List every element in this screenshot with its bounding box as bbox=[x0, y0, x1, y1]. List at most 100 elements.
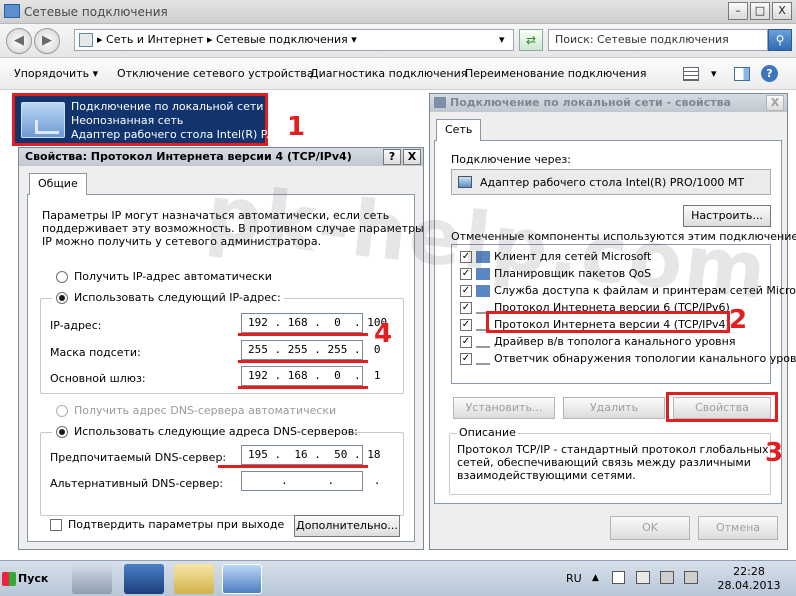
protocol-icon bbox=[476, 336, 490, 348]
organize-menu[interactable]: Упорядочить ▾ bbox=[14, 67, 98, 80]
view-options-icon[interactable] bbox=[683, 67, 699, 81]
component-checkbox[interactable]: ✓ bbox=[460, 353, 472, 365]
network-connections-taskbar-icon[interactable] bbox=[222, 564, 262, 594]
list-item[interactable]: Ответчик обнаружения топологии канальног… bbox=[494, 352, 796, 365]
help-button[interactable]: ? bbox=[383, 149, 401, 165]
ip-address-field[interactable]: 192 . 168 . 0 . 100 bbox=[241, 313, 387, 333]
gateway-field[interactable]: 192 . 168 . 0 . 1 bbox=[241, 366, 380, 386]
chevron-down-icon: ▾ bbox=[92, 67, 99, 80]
ok-button[interactable]: OK bbox=[610, 516, 690, 540]
confirm-checkbox[interactable] bbox=[50, 519, 62, 531]
minimize-button[interactable]: – bbox=[728, 2, 748, 20]
start-button[interactable]: Пуск bbox=[0, 567, 52, 591]
lan-dialog-titlebar: Подключение по локальной сети - свойства bbox=[430, 94, 787, 112]
highlight-underline bbox=[238, 333, 368, 336]
manual-ip-label[interactable]: Использовать следующий IP-адрес: bbox=[74, 291, 281, 304]
chevron-down-icon[interactable]: ▾ bbox=[711, 67, 717, 80]
cable-icon bbox=[35, 120, 59, 134]
dialog-close-button[interactable]: X bbox=[403, 149, 421, 165]
explorer-icon[interactable] bbox=[174, 564, 214, 594]
lan-dialog-title: Подключение по локальной сети - свойства bbox=[450, 96, 731, 109]
breadcrumb-network-connections[interactable]: Сетевые подключения bbox=[216, 33, 348, 46]
network-folder-icon bbox=[4, 4, 20, 18]
breadcrumb-network-internet[interactable]: Сеть и Интернет bbox=[106, 33, 203, 46]
protocol-icon bbox=[476, 353, 490, 365]
help-icon[interactable]: ? bbox=[761, 65, 778, 82]
network-tab-panel: Подключение через: Адаптер рабочего стол… bbox=[434, 140, 796, 504]
network-card-icon bbox=[458, 176, 472, 188]
clock-date: 28.04.2013 bbox=[717, 579, 781, 592]
lan-dialog-close-button[interactable]: X bbox=[766, 95, 784, 111]
component-checkbox[interactable]: ✓ bbox=[460, 319, 472, 331]
preferred-dns-field[interactable]: 195 . 16 . 50 . 18 bbox=[241, 445, 380, 465]
chevron-down-icon[interactable]: ▾ bbox=[351, 33, 357, 46]
forward-button[interactable]: ▶ bbox=[34, 28, 60, 54]
connect-via-label: Подключение через: bbox=[451, 153, 571, 166]
auto-ip-radio[interactable] bbox=[56, 271, 68, 283]
annotation-1: 1 bbox=[287, 112, 306, 142]
manual-dns-radio[interactable] bbox=[56, 426, 68, 438]
server-manager-icon[interactable] bbox=[72, 564, 112, 594]
preview-pane-icon[interactable] bbox=[734, 67, 750, 81]
auto-ip-label[interactable]: Получить IP-адрес автоматически bbox=[74, 270, 272, 283]
annotation-4: 4 bbox=[374, 319, 393, 349]
maximize-button[interactable]: □ bbox=[750, 2, 770, 20]
list-item[interactable]: Драйвер в/в тополога канального уровня bbox=[494, 335, 735, 348]
address-bar[interactable]: ▸ Сеть и Интернет ▸ Сетевые подключения … bbox=[74, 29, 514, 51]
rename-button[interactable]: Переименование подключения bbox=[465, 67, 646, 80]
annotation-3: 3 bbox=[765, 438, 784, 468]
properties-highlight-box bbox=[666, 392, 778, 422]
clock[interactable]: 22:28 28.04.2013 bbox=[704, 565, 794, 593]
powershell-icon[interactable] bbox=[124, 564, 164, 594]
address-dropdown-icon[interactable]: ▾ bbox=[499, 30, 505, 50]
adapter-name: Адаптер рабочего стола Intel(R) PRO/1000… bbox=[480, 176, 745, 189]
volume-icon[interactable] bbox=[660, 571, 674, 584]
tray-icon[interactable] bbox=[684, 571, 698, 584]
auto-dns-radio[interactable] bbox=[56, 405, 68, 417]
ip-address-label: IP-адрес: bbox=[50, 319, 102, 332]
disable-device-button[interactable]: Отключение сетевого устройства bbox=[117, 67, 314, 80]
tab-network[interactable]: Сеть bbox=[436, 119, 482, 141]
advanced-button[interactable]: Дополнительно... bbox=[294, 515, 400, 537]
remove-button[interactable]: Удалить bbox=[563, 397, 665, 419]
alternate-dns-label: Альтернативный DNS-сервер: bbox=[50, 477, 224, 490]
subnet-mask-field[interactable]: 255 . 255 . 255 . 0 bbox=[241, 340, 380, 360]
ipv4-highlight-box bbox=[486, 311, 730, 333]
alternate-dns-field[interactable]: . . . bbox=[241, 471, 380, 491]
subnet-mask-label: Маска подсети: bbox=[50, 346, 141, 359]
close-button[interactable]: X bbox=[772, 2, 792, 20]
refresh-button[interactable]: ⇄ bbox=[519, 29, 543, 51]
cancel-button[interactable]: Отмена bbox=[698, 516, 778, 540]
confirm-label[interactable]: Подтвердить параметры при выходе bbox=[68, 518, 284, 531]
tab-general[interactable]: Общие bbox=[29, 173, 87, 195]
install-button[interactable]: Установить... bbox=[453, 397, 555, 419]
clock-time: 22:28 bbox=[733, 565, 765, 578]
manual-ip-radio[interactable] bbox=[56, 292, 68, 304]
address-row: ◀ ▶ ▸ Сеть и Интернет ▸ Сетевые подключе… bbox=[0, 24, 796, 58]
highlight-underline bbox=[238, 360, 368, 363]
arrow-left-icon: ◀ bbox=[14, 33, 24, 48]
lan-properties-dialog: Подключение по локальной сети - свойства… bbox=[429, 93, 796, 550]
component-checkbox[interactable]: ✓ bbox=[460, 285, 472, 297]
language-indicator[interactable]: RU bbox=[566, 572, 582, 585]
description-text: Протокол TCP/IP - стандартный протокол г… bbox=[457, 443, 769, 482]
gateway-label: Основной шлюз: bbox=[50, 372, 146, 385]
component-checkbox[interactable]: ✓ bbox=[460, 336, 472, 348]
network-icon bbox=[79, 33, 93, 47]
connection-item[interactable]: Подключение по локальной сети Неопознанн… bbox=[12, 93, 276, 146]
diagnose-button[interactable]: Диагностика подключения bbox=[310, 67, 467, 80]
manual-dns-label[interactable]: Использовать следующие адреса DNS-сервер… bbox=[74, 425, 358, 438]
search-input[interactable]: Поиск: Сетевые подключения bbox=[548, 29, 768, 51]
description-title: Описание bbox=[457, 426, 518, 439]
connection-adapter: Адаптер рабочего стола Intel(R) P... bbox=[71, 128, 277, 141]
action-center-icon[interactable] bbox=[612, 571, 625, 584]
network-tray-icon[interactable] bbox=[636, 571, 650, 584]
back-button[interactable]: ◀ bbox=[6, 28, 32, 54]
component-checkbox[interactable]: ✓ bbox=[460, 302, 472, 314]
taskbar: Пуск RU ▲ 22:28 28.04.2013 bbox=[0, 560, 796, 596]
show-hidden-icons-icon[interactable]: ▲ bbox=[592, 573, 599, 583]
connection-status: Неопознанная сеть bbox=[71, 114, 184, 127]
window-titlebar: Сетевые подключения – □ X bbox=[0, 0, 796, 24]
search-button[interactable]: ⚲ bbox=[768, 29, 792, 51]
connection-name: Подключение по локальной сети bbox=[71, 100, 264, 113]
